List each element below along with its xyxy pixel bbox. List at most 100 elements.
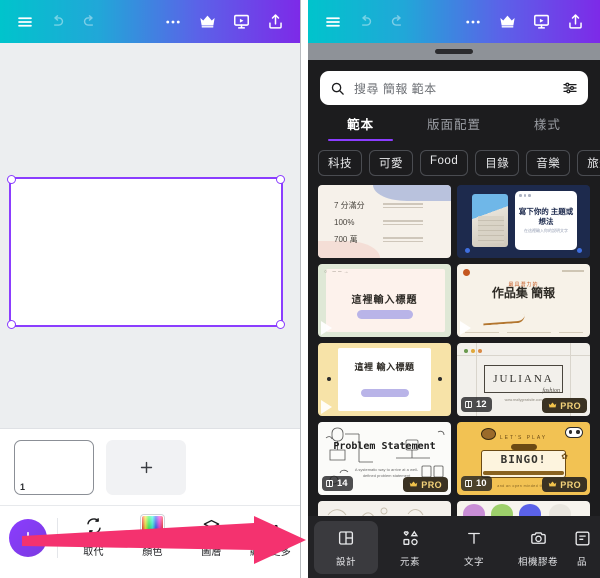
hamburger-menu-icon[interactable] bbox=[10, 7, 40, 37]
camera-roll-icon bbox=[529, 528, 548, 549]
page-count-badge: 14 bbox=[322, 476, 353, 491]
yellow-title: 這裡 輸入標題 bbox=[354, 362, 415, 372]
page-thumbnail-strip: 1 bbox=[0, 428, 300, 505]
green-eyebrow: ○ ──→ bbox=[324, 269, 351, 275]
replace-icon bbox=[85, 515, 103, 537]
pro-label: PRO bbox=[560, 479, 581, 490]
search-input[interactable]: 搜尋 簡報 範本 bbox=[354, 80, 553, 97]
template-tabs: 範本 版面配置 樣式 bbox=[308, 114, 600, 141]
template-card-green-title[interactable]: ○ ──→ 這裡輸入標題 bbox=[318, 264, 451, 337]
page-thumbnail-1[interactable]: 1 bbox=[14, 439, 94, 495]
crown-icon bbox=[549, 481, 557, 487]
more-horizontal-icon[interactable] bbox=[458, 7, 488, 37]
building-photo bbox=[472, 194, 508, 247]
play-triangle-icon bbox=[321, 400, 332, 414]
navy-title: 寫下你的 主題或想法 bbox=[518, 207, 574, 226]
tool-layers[interactable]: 圖層 bbox=[182, 515, 241, 558]
pro-label: PRO bbox=[421, 479, 442, 490]
chip-food[interactable]: Food bbox=[420, 150, 469, 176]
design-layout-icon bbox=[337, 528, 355, 549]
tool-color-label: 顏色 bbox=[142, 547, 163, 558]
bingo-title: BINGO! bbox=[500, 453, 547, 466]
tool-show-more[interactable]: 顯示更多 bbox=[241, 515, 300, 558]
nav-item-camera-roll[interactable]: 相機膠卷 bbox=[506, 521, 570, 574]
redo-icon[interactable] bbox=[382, 7, 412, 37]
toolbar-items: 取代 顏色 圖層 顯示更多 bbox=[58, 514, 300, 558]
resize-handle-bottom-right[interactable] bbox=[276, 320, 285, 329]
tab-layouts[interactable]: 版面配置 bbox=[407, 114, 500, 141]
search-area: 搜尋 簡報 範本 bbox=[308, 60, 600, 105]
problem-title: Problem Statement bbox=[333, 441, 436, 452]
template-card-portfolio[interactable]: 最具潛力的 作品集 簡報 bbox=[457, 264, 590, 337]
crown-icon[interactable] bbox=[492, 7, 522, 37]
portfolio-title: 作品集 簡報 bbox=[491, 286, 556, 300]
search-bar[interactable]: 搜尋 簡報 範本 bbox=[320, 71, 588, 105]
pages-icon bbox=[326, 480, 333, 487]
nav-item-brand-kit-label: 品 bbox=[576, 556, 587, 568]
nav-item-design[interactable]: 設計 bbox=[314, 520, 378, 574]
crown-icon[interactable] bbox=[192, 7, 222, 37]
template-card-stats[interactable]: 7 分滿分 100% 700 萬 bbox=[318, 185, 451, 258]
tool-layers-label: 圖層 bbox=[201, 547, 222, 558]
resize-handle-top-left[interactable] bbox=[7, 175, 16, 184]
chip-travel[interactable]: 旅遊 bbox=[577, 150, 600, 176]
drag-handle[interactable] bbox=[435, 49, 473, 54]
selected-canvas-page[interactable] bbox=[7, 175, 285, 329]
nav-item-elements[interactable]: 元素 bbox=[378, 521, 442, 574]
more-horizontal-icon[interactable] bbox=[158, 7, 188, 37]
present-icon[interactable] bbox=[226, 7, 256, 37]
more-horizontal-icon bbox=[261, 515, 280, 537]
pro-badge: PRO bbox=[403, 477, 448, 492]
page-count-value: 12 bbox=[476, 399, 487, 410]
share-upload-icon[interactable] bbox=[260, 7, 290, 37]
sliders-filter-icon[interactable] bbox=[562, 80, 578, 96]
bingo-eyebrow: LET'S PLAY bbox=[499, 435, 548, 441]
nav-item-text[interactable]: 文字 bbox=[442, 521, 506, 574]
play-triangle-icon bbox=[460, 321, 471, 335]
juliana-title: JULIANA bbox=[493, 373, 554, 385]
tab-styles[interactable]: 樣式 bbox=[501, 114, 594, 141]
pro-label: PRO bbox=[560, 400, 581, 411]
chip-tech[interactable]: 科技 bbox=[318, 150, 362, 176]
chip-catalog[interactable]: 目錄 bbox=[475, 150, 520, 176]
share-upload-icon[interactable] bbox=[560, 7, 590, 37]
pages-icon bbox=[465, 401, 472, 408]
template-card-problem-statement[interactable]: Problem Statement A systematic way to ar… bbox=[318, 422, 451, 495]
editor-bottom-toolbar: 取代 顏色 圖層 顯示更多 bbox=[0, 505, 300, 578]
elements-shapes-icon bbox=[401, 528, 420, 549]
undo-icon[interactable] bbox=[42, 7, 72, 37]
chip-cute[interactable]: 可愛 bbox=[369, 150, 413, 176]
redo-icon[interactable] bbox=[74, 7, 104, 37]
template-card-juliana[interactable]: JULIANA fashion www.reallygreatsite.com … bbox=[457, 343, 590, 416]
template-card-navy-photo[interactable]: 寫下你的 主題或想法 在這裡輸入你的說明文字 bbox=[457, 185, 590, 258]
hamburger-menu-icon[interactable] bbox=[318, 7, 348, 37]
chip-music[interactable]: 音樂 bbox=[526, 150, 571, 176]
tool-replace[interactable]: 取代 bbox=[64, 515, 123, 558]
sheet-drag-handle-area[interactable] bbox=[308, 43, 600, 60]
editor-panel: 1 取代 顏色 圖層 顯示更多 bbox=[0, 0, 301, 578]
tab-templates[interactable]: 範本 bbox=[314, 114, 407, 141]
resize-handle-bottom-left[interactable] bbox=[7, 320, 16, 329]
nav-item-design-label: 設計 bbox=[335, 556, 356, 568]
pages-icon bbox=[465, 480, 472, 487]
present-icon[interactable] bbox=[526, 7, 556, 37]
template-sheet: 搜尋 簡報 範本 範本 版面配置 樣式 科技 可愛 Food 目錄 音樂 旅 7… bbox=[308, 60, 600, 578]
layers-icon bbox=[202, 515, 221, 537]
nav-item-brand-kit[interactable]: 品 bbox=[570, 521, 594, 574]
plus-icon bbox=[140, 461, 152, 473]
editor-canvas-area[interactable] bbox=[0, 43, 300, 428]
flower-doodle: ✿ bbox=[561, 452, 568, 461]
crown-icon bbox=[410, 481, 418, 487]
resize-handle-top-right[interactable] bbox=[276, 175, 285, 184]
template-card-bingo[interactable]: LET'S PLAY BINGO! ✿ and an open minded t… bbox=[457, 422, 590, 495]
tool-color[interactable]: 顏色 bbox=[123, 514, 182, 558]
stat-value-3: 700 萬 bbox=[334, 235, 358, 244]
template-grid: 7 分滿分 100% 700 萬 寫下你的 主題或想法 在這裡輸入你的說明文字 bbox=[308, 185, 600, 521]
add-element-button[interactable] bbox=[9, 519, 47, 557]
template-card-yellow-title[interactable]: 這裡 輸入標題 bbox=[318, 343, 451, 416]
page-count-badge: 10 bbox=[461, 476, 492, 491]
add-page-button[interactable] bbox=[106, 439, 186, 495]
pro-badge: PRO bbox=[542, 477, 587, 492]
undo-icon[interactable] bbox=[350, 7, 380, 37]
plus-icon bbox=[21, 531, 35, 545]
